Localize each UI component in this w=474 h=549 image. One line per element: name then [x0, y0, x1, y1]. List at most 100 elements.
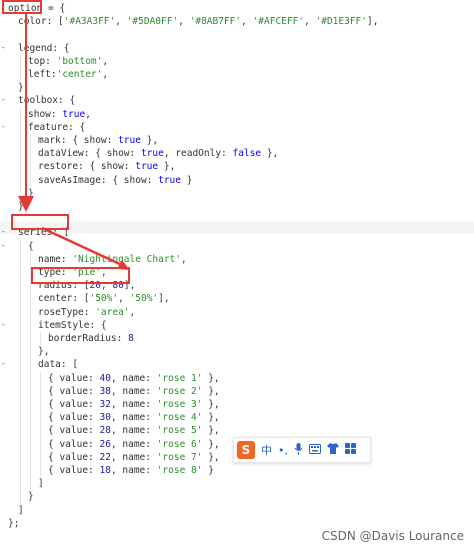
code-line[interactable]: }, [38, 345, 49, 358]
code-line[interactable]: borderRadius: 8 [48, 332, 134, 345]
code-token: }; [8, 517, 20, 529]
code-line[interactable]: show: true, [28, 108, 91, 121]
code-line[interactable]: saveAsImage: { show: true } [38, 174, 192, 187]
code-line[interactable]: itemStyle: { [38, 319, 107, 332]
code-line[interactable]: { value: 38, name: 'rose 2' }, [48, 385, 220, 398]
indent-guide [30, 411, 31, 425]
code-line[interactable]: restore: { show: true }, [38, 160, 175, 173]
code-token: , [178, 16, 190, 28]
indent-guide [20, 358, 21, 372]
code-token: saveAsImage: { show: [38, 174, 159, 186]
indent-guide [20, 411, 21, 425]
code-line[interactable]: mark: { show: true }, [38, 134, 158, 147]
indent-guide [20, 371, 21, 385]
code-token: }, [202, 385, 220, 397]
code-token: 'rose 5' [156, 425, 203, 437]
code-line[interactable]: center: ['50%', '50%'], [38, 292, 170, 305]
code-token: borderRadius: [48, 333, 129, 344]
code-line[interactable]: data: [ [38, 358, 78, 371]
code-token: , [304, 16, 316, 28]
code-line[interactable]: { value: 28, name: 'rose 5' }, [48, 424, 220, 437]
code-token: , [102, 69, 109, 80]
code-token: true [118, 135, 141, 146]
indent-guide [40, 424, 41, 438]
code-line[interactable]: color: ['#A3A3FF', '#5DA0FF', '#8AB7FF',… [18, 15, 378, 28]
code-line[interactable]: roseType: 'area', [38, 306, 135, 319]
code-token: , name: [110, 385, 157, 397]
indent-guide [20, 252, 21, 266]
code-line[interactable]: feature: { [28, 121, 85, 134]
code-token: '50%' [89, 293, 119, 305]
code-token: 'rose 6' [156, 438, 203, 450]
code-token: show: [28, 108, 63, 120]
code-line[interactable]: } [28, 490, 34, 503]
code-token: 'rose 2' [156, 385, 203, 397]
fold-marker-icon[interactable]: - [1, 43, 6, 52]
code-token: , name: [110, 372, 157, 384]
sogou-logo-icon[interactable]: S [237, 441, 255, 459]
code-token: roseType: [38, 306, 96, 318]
code-line[interactable]: dataView: { show: true, readOnly: false … [38, 147, 278, 160]
shirt-icon[interactable] [327, 443, 339, 457]
indent-guide [30, 437, 31, 451]
indent-guide [30, 384, 31, 398]
code-line[interactable]: ] [38, 477, 44, 490]
indent-guide [20, 450, 21, 464]
code-line[interactable]: { [28, 240, 34, 253]
code-token: ] [18, 504, 24, 516]
code-line[interactable]: { value: 26, name: 'rose 6' }, [48, 438, 220, 451]
grid-icon[interactable] [345, 443, 356, 457]
fold-marker-icon[interactable]: - [1, 359, 6, 368]
indent-guide [40, 464, 41, 478]
code-token: }, [158, 161, 176, 173]
code-token: { value: [48, 465, 100, 476]
code-line[interactable]: }; [8, 517, 19, 530]
code-token: top: [28, 55, 57, 67]
code-line[interactable]: left:'center', [28, 68, 108, 81]
code-line[interactable]: { value: 22, name: 'rose 7' }, [48, 451, 220, 464]
fold-marker-icon[interactable]: - [1, 320, 6, 329]
code-token: , readOnly: [163, 148, 233, 160]
indent-guide [40, 371, 41, 385]
code-line[interactable]: { value: 30, name: 'rose 4' }, [48, 411, 220, 424]
indent-guide [20, 437, 21, 451]
code-line[interactable]: { value: 40, name: 'rose 1' }, [48, 372, 220, 385]
indent-guide [20, 134, 21, 148]
indent-guide [20, 490, 21, 504]
code-token: 30 [99, 412, 111, 424]
ime-punctuation-toggle[interactable]: •, [278, 444, 288, 457]
code-line[interactable]: top: 'bottom', [28, 55, 108, 68]
code-token: , name: [110, 425, 157, 437]
ime-language-toggle[interactable]: 中 [261, 442, 272, 458]
code-token: } [28, 491, 34, 503]
code-token: 22 [99, 451, 111, 463]
code-line[interactable]: { value: 18, name: 'rose 8' } [48, 464, 214, 477]
fold-marker-icon[interactable]: - [1, 122, 6, 131]
mic-icon[interactable] [294, 442, 303, 458]
code-token: itemStyle: { [38, 319, 107, 331]
code-token: , name: [110, 412, 157, 424]
fold-marker-icon[interactable]: - [1, 241, 6, 250]
ime-toolbar[interactable]: S 中 •, [233, 437, 371, 463]
arrow-down-shaft [25, 14, 27, 204]
code-token: '#A3A3FF' [63, 16, 116, 28]
code-line[interactable]: ] [18, 504, 24, 517]
code-token: }, [202, 399, 220, 410]
indent-guide [30, 147, 31, 161]
code-token: '#AFCEFF' [252, 16, 305, 28]
fold-marker-icon[interactable]: - [1, 227, 6, 236]
indent-guide [40, 384, 41, 398]
indent-guide [20, 279, 21, 293]
keyboard-icon[interactable] [309, 443, 321, 457]
arrow-down-head [18, 196, 34, 212]
code-token: } [181, 174, 193, 186]
code-line[interactable]: { value: 32, name: 'rose 3' }, [48, 398, 220, 411]
fold-marker-icon[interactable]: - [1, 95, 6, 104]
code-line[interactable]: }, [18, 81, 29, 94]
indent-guide [30, 332, 31, 346]
code-token: }, [202, 451, 220, 463]
indent-guide [30, 371, 31, 385]
code-token: 'rose 7' [156, 451, 203, 463]
code-token: '#D1E3FF' [315, 16, 367, 28]
code-token: true [140, 148, 164, 160]
